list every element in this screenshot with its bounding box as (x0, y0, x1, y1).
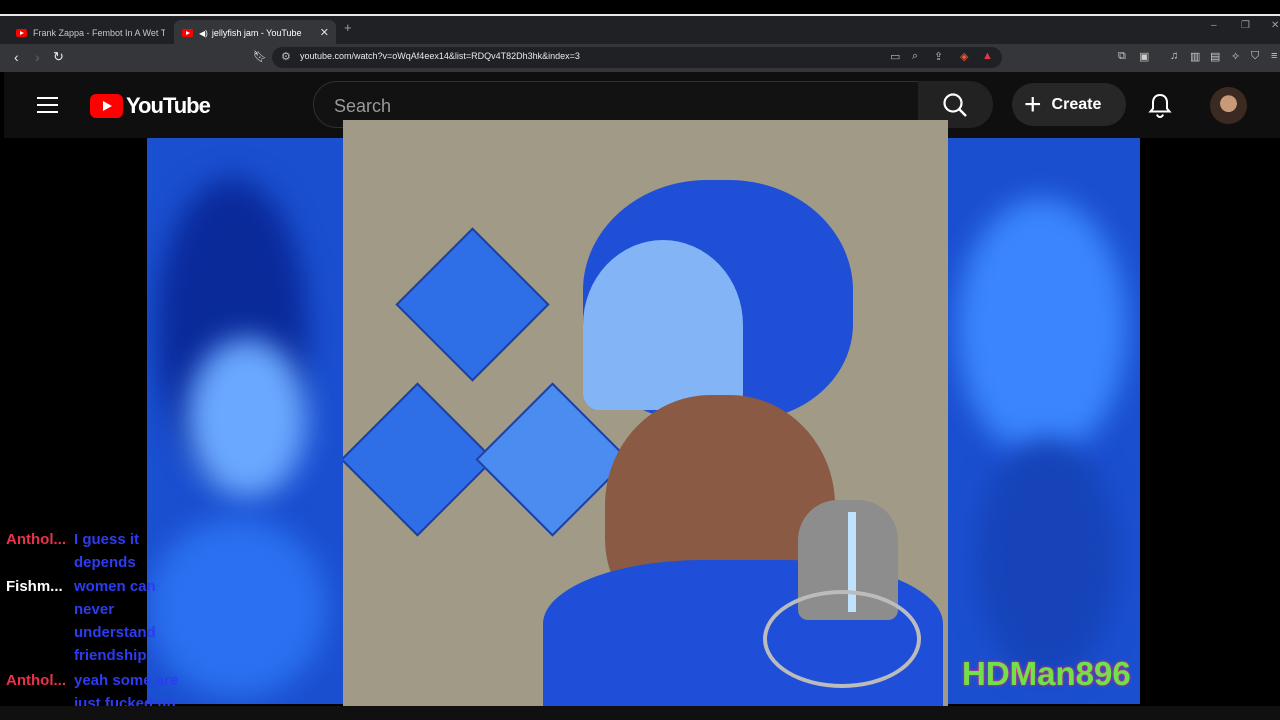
url-text[interactable]: youtube.com/watch?v=oWqAf4eex14&list=RDQ… (300, 51, 580, 61)
jellyfish-hat-highlight (583, 240, 743, 410)
plus-icon: + (1024, 87, 1042, 121)
jellyfish-diamond-shape (343, 382, 495, 537)
brave-shields-icon[interactable]: ◈ (960, 50, 968, 63)
jellyfish-diamond-shape (395, 227, 550, 382)
ai-icon[interactable]: ✧ (1231, 50, 1240, 63)
bookmark-icon[interactable]: 🔖︎ (253, 49, 267, 65)
wallet-icon[interactable]: ▤ (1210, 50, 1220, 63)
create-label: Create (1051, 95, 1102, 113)
close-tab-icon[interactable]: ✕ (320, 26, 329, 39)
youtube-play-icon (90, 94, 123, 118)
search-icon (943, 93, 967, 117)
channel-watermark: HDMan896 (962, 655, 1131, 692)
audio-playing-icon: ◀) (199, 28, 208, 38)
avatar[interactable] (1210, 87, 1247, 124)
cast-icon[interactable]: ▭ (890, 50, 900, 63)
video-background-shape (977, 438, 1117, 678)
notifications-bell-icon[interactable] (1146, 92, 1174, 120)
brave-rewards-icon[interactable]: ▲ (982, 50, 993, 62)
create-button[interactable]: + Create (1012, 83, 1126, 126)
new-tab-button[interactable]: + (344, 20, 352, 35)
sidebar-icon[interactable]: ▥ (1190, 50, 1200, 63)
close-window-button[interactable]: ✕ (1271, 20, 1279, 31)
microphone-mount (763, 590, 921, 688)
video-background-shape (187, 338, 307, 498)
search-input[interactable] (332, 94, 896, 118)
chat-author: Fishm... (6, 578, 63, 595)
extensions-icon[interactable]: ⧉ (1118, 50, 1126, 63)
tab-title: Frank Zappa - Fembot In A Wet T-Sh (33, 28, 165, 38)
minimize-button[interactable]: – (1211, 20, 1217, 31)
zoom-icon[interactable]: ⌕ (912, 50, 918, 63)
forward-icon[interactable]: › (35, 49, 40, 65)
vpn-icon[interactable]: ⛉ (1251, 50, 1259, 63)
chat-author: Anthol... (6, 672, 66, 689)
youtube-logo-text: YouTube (126, 93, 211, 118)
menu-icon[interactable]: ≡ (1271, 50, 1277, 62)
video-background-shape (957, 198, 1127, 458)
guide-menu-icon[interactable] (37, 97, 58, 113)
chat-text: I guess it depends (74, 531, 140, 571)
screen-bottom-border (0, 706, 1280, 720)
youtube-favicon-icon (182, 29, 193, 37)
reader-icon[interactable]: ▣ (1139, 50, 1149, 63)
youtube-logo[interactable]: YouTube (90, 93, 211, 119)
share-icon[interactable]: ⇪ (934, 50, 943, 63)
browser-tab-strip: Frank Zappa - Fembot In A Wet T-Sh ◀) je… (0, 14, 1280, 46)
tab-jellyfish-jam[interactable]: ◀) jellyfish jam - YouTube ✕ (174, 20, 336, 46)
youtube-favicon-icon (16, 29, 27, 37)
address-bar[interactable]: ⚙ youtube.com/watch?v=oWqAf4eex14&list=R… (272, 47, 1002, 68)
site-info-icon[interactable]: ⚙ (281, 50, 291, 63)
webcam-overlay (343, 120, 948, 708)
restore-button[interactable]: ❐ (1241, 20, 1250, 31)
tab-title: jellyfish jam - YouTube (211, 28, 302, 38)
back-icon[interactable]: ‹ (14, 49, 19, 65)
reload-icon[interactable]: ↻ (53, 49, 64, 65)
chat-author: Anthol... (6, 531, 66, 548)
tab-frank-zappa[interactable]: Frank Zappa - Fembot In A Wet T-Sh (8, 20, 168, 46)
screen-top-border (0, 0, 1280, 14)
chat-text: women can never understand friendship (74, 578, 156, 664)
music-icon[interactable]: ♫ (1170, 50, 1178, 62)
